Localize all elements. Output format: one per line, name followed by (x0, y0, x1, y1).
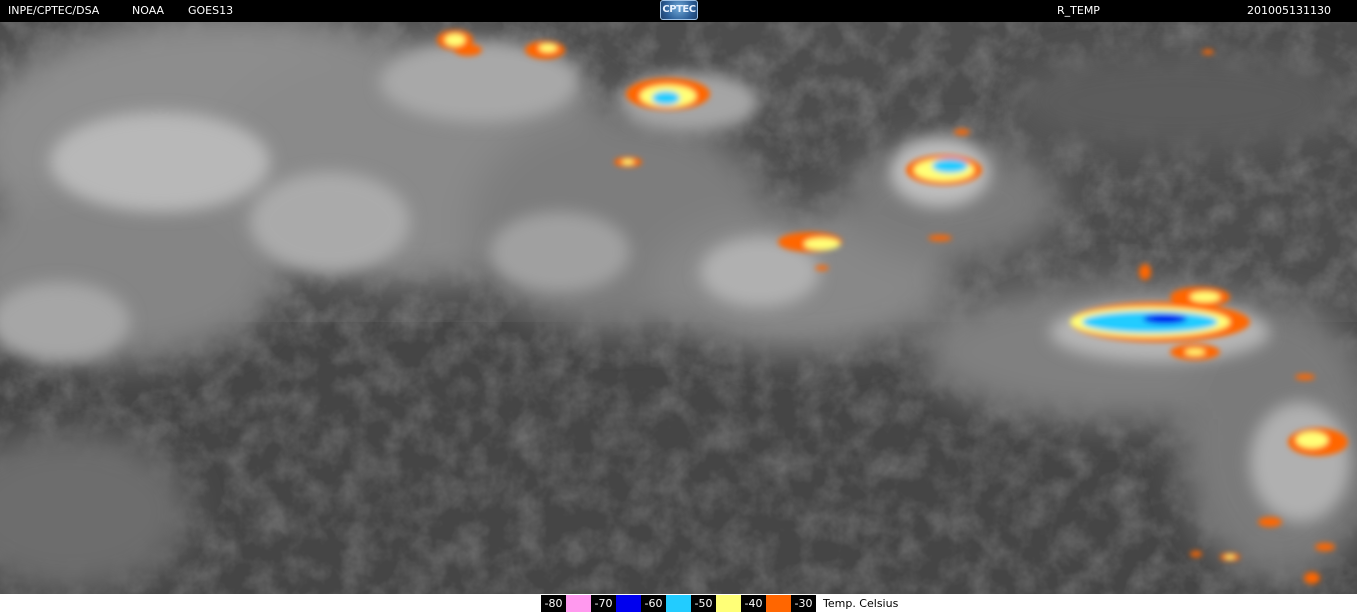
satellite-label: GOES13 (188, 4, 234, 17)
legend-bar: -80 -70 -60 -50 -40 -30 Temp. Celsius (0, 594, 1357, 614)
legend-swatch-pink (566, 595, 591, 612)
header-bar: INPE/CPTEC/DSA NOAA GOES13 CPTEC R_TEMP … (0, 0, 1357, 22)
satellite-image (0, 22, 1357, 594)
legend-label: -80 (541, 595, 566, 612)
legend-label: -40 (741, 595, 766, 612)
legend-swatch-cyan (666, 595, 691, 612)
datetime-label: 201005131130 (1247, 4, 1331, 17)
legend-swatch-yellow (716, 595, 741, 612)
legend-label: -60 (641, 595, 666, 612)
agency-label: INPE/CPTEC/DSA (8, 4, 100, 17)
logo-text: CPTEC (662, 4, 696, 15)
legend-label: -50 (691, 595, 716, 612)
legend-label: -70 (591, 595, 616, 612)
satellite-image-svg (0, 22, 1357, 594)
cptec-logo-icon: CPTEC (660, 0, 698, 20)
legend-unit: Temp. Celsius (823, 597, 899, 610)
legend-swatch-blue (616, 595, 641, 612)
legend-label: -30 (791, 595, 816, 612)
product-label: R_TEMP (1057, 4, 1100, 17)
legend-swatch-orange (766, 595, 791, 612)
source-label: NOAA (132, 4, 165, 17)
temperature-legend: -80 -70 -60 -50 -40 -30 Temp. Celsius (541, 595, 898, 612)
